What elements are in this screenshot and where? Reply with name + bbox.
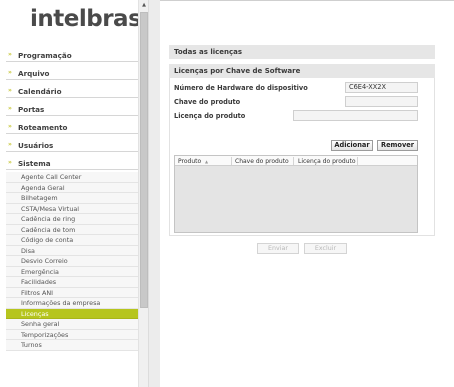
submenu-item-licencas[interactable]: Licenças <box>6 308 138 319</box>
menu-arquivo[interactable]: » Arquivo <box>6 65 138 80</box>
column-header-chave-do-produto[interactable]: Chave do produto <box>235 158 289 165</box>
logo-text: intelbras <box>30 6 142 32</box>
product-license-input[interactable] <box>293 110 418 121</box>
column-separator[interactable] <box>231 157 232 165</box>
expand-arrow-icon: » <box>8 159 12 166</box>
submenu-item-facilidades[interactable]: Facilidades <box>6 277 138 288</box>
column-header-licenca-do-produto[interactable]: Licença do produto <box>298 158 356 165</box>
table-header: Produto ▲ Chave do produto Licença do pr… <box>175 156 417 166</box>
submenu-item-disa[interactable]: Disa <box>6 245 138 256</box>
submenu-item-agenda-geral[interactable]: Agenda Geral <box>6 182 138 193</box>
menu-calendario[interactable]: » Calendário <box>6 83 138 98</box>
submenu-item-desvio-correio[interactable]: Desvio Correio <box>6 256 138 267</box>
delete-button[interactable]: Excluir <box>304 243 347 254</box>
product-key-input[interactable] <box>345 96 418 107</box>
sistema-submenu: Agente Call Center Agenda Geral Bilhetag… <box>6 172 138 351</box>
submenu-item-cadencia-de-tom[interactable]: Cadência de tom <box>6 224 138 235</box>
section-software-key-licenses: Licenças por Chave de Software <box>169 64 435 78</box>
submenu-item-emergencia[interactable]: Emergência <box>6 266 138 277</box>
product-license-label: Licença do produto <box>174 112 246 120</box>
submenu-item-filtros-ani[interactable]: Filtros ANI <box>6 287 138 298</box>
expand-arrow-icon: » <box>8 123 12 130</box>
submenu-item-temporizacoes[interactable]: Temporizações <box>6 329 138 340</box>
submenu-item-cadencia-de-ring[interactable]: Cadência de ring <box>6 214 138 225</box>
expand-arrow-icon: » <box>8 87 12 94</box>
section-all-licenses: Todas as licenças <box>169 45 435 59</box>
submenu-item-bilhetagem[interactable]: Bilhetagem <box>6 193 138 204</box>
submenu-item-informacoes-da-empresa[interactable]: Informações da empresa <box>6 298 138 309</box>
menu-portas[interactable]: » Portas <box>6 101 138 116</box>
menu-usuarios[interactable]: » Usuários <box>6 137 138 152</box>
submenu-item-agente-call-center[interactable]: Agente Call Center <box>6 172 138 183</box>
expand-arrow-icon: » <box>8 141 12 148</box>
hardware-number-label: Número de Hardware do dispositivo <box>174 84 308 92</box>
intelbras-logo: intelbras <box>0 0 142 40</box>
column-separator[interactable] <box>293 157 294 165</box>
add-button[interactable]: Adicionar <box>331 140 373 151</box>
send-button[interactable]: Enviar <box>257 243 299 254</box>
license-table: Produto ▲ Chave do produto Licença do pr… <box>174 155 418 233</box>
column-header-produto[interactable]: Produto <box>178 158 201 165</box>
top-border <box>160 0 454 1</box>
expand-arrow-icon: » <box>8 69 12 76</box>
frame-divider <box>148 0 160 387</box>
navigation-frame: intelbras » Programação » Arquivo » Calendá… <box>0 0 148 387</box>
submenu-item-turnos[interactable]: Turnos <box>6 340 138 351</box>
submenu-item-csta-mesa-virtual[interactable]: CSTA/Mesa Virtual <box>6 203 138 214</box>
scroll-up-arrow-icon[interactable]: ▲ <box>140 1 148 9</box>
product-key-label: Chave do produto <box>174 98 241 106</box>
submenu-item-senha-geral[interactable]: Senha geral <box>6 319 138 330</box>
column-separator[interactable] <box>357 157 358 165</box>
expand-arrow-icon: » <box>8 51 12 58</box>
submenu-item-codigo-de-conta[interactable]: Código de conta <box>6 235 138 246</box>
menu-programacao[interactable]: » Programação <box>6 47 138 62</box>
remove-button[interactable]: Remover <box>377 140 418 151</box>
menu-roteamento[interactable]: » Roteamento <box>6 119 138 134</box>
scroll-thumb[interactable] <box>140 12 148 308</box>
menu-sistema[interactable]: » Sistema <box>6 155 138 170</box>
vertical-scrollbar[interactable]: ▲ <box>138 0 148 387</box>
hardware-number-field: C6E4-XX2X <box>345 82 418 93</box>
sort-ascending-icon: ▲ <box>205 159 209 164</box>
expand-arrow-icon: » <box>8 105 12 112</box>
